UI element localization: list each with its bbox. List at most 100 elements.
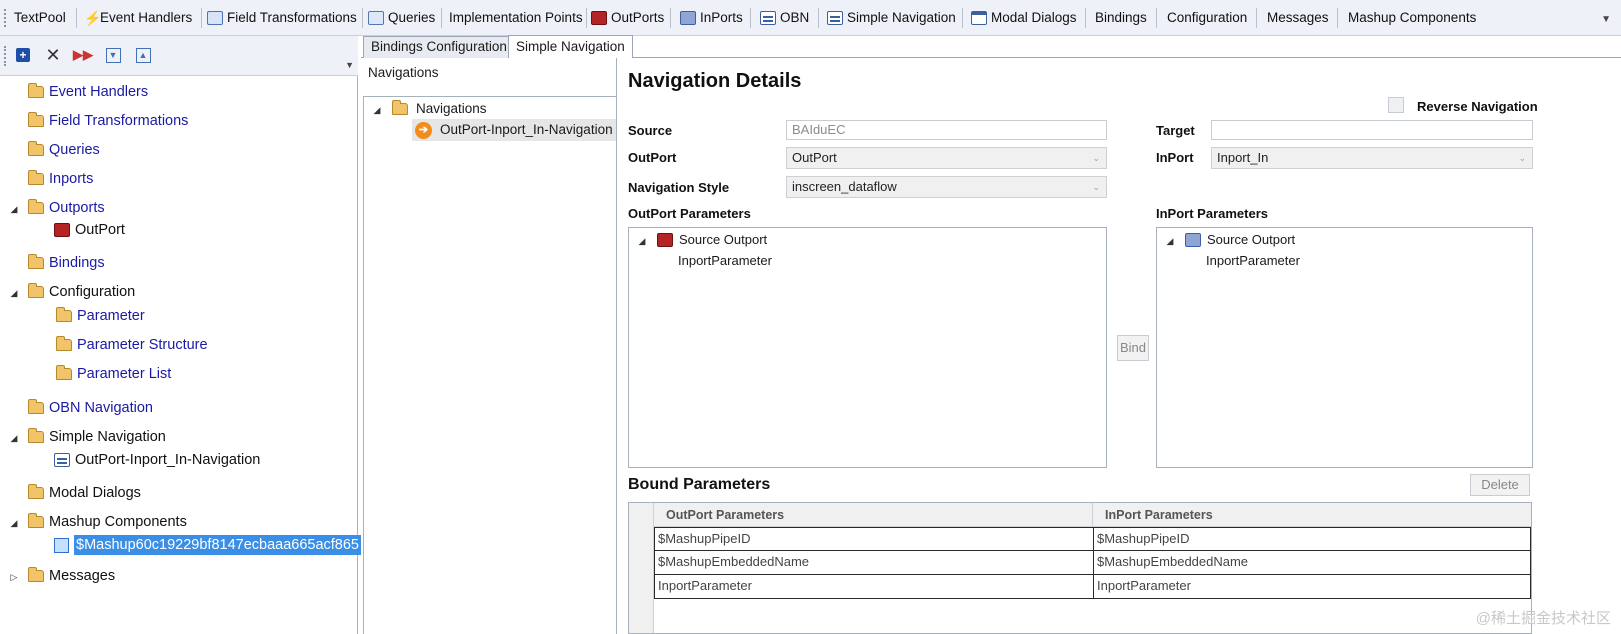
toolbar-queries[interactable]: Queries [368, 6, 435, 30]
tree-item-parameter-structure[interactable]: Parameter Structure [56, 335, 208, 355]
bind-button[interactable]: Bind [1117, 335, 1149, 361]
tree-item-inports[interactable]: Inports [28, 169, 93, 189]
tree-item-label: OutPort-Inport_In-Navigation [75, 452, 261, 468]
tree-item-label: Modal Dialogs [49, 485, 141, 501]
reverse-navigation-checkbox[interactable] [1388, 97, 1404, 113]
panel-menu-icon[interactable]: ▼ [345, 60, 354, 70]
inport-tree-root[interactable]: Source Outport [1185, 232, 1295, 247]
watermark: @稀土掘金技术社区 [1475, 610, 1611, 627]
row-header-column [629, 503, 654, 633]
column-header[interactable]: InPort Parameters [1093, 503, 1531, 527]
tree-toolbar-grip[interactable] [4, 46, 7, 66]
outport-select[interactable]: OutPort ⌄ [786, 147, 1107, 169]
tab-simple-navigation[interactable]: Simple Navigation [508, 35, 633, 58]
toolbar-textpool[interactable]: TextPool [14, 6, 66, 30]
tree-item-simple-navigation[interactable]: Simple Navigation [28, 427, 166, 447]
folder-icon [56, 365, 72, 380]
tree-item-messages[interactable]: Messages [28, 566, 115, 586]
expanded-triangle-icon[interactable]: ◢ [637, 236, 647, 247]
navigation-item[interactable]: ➔ OutPort-Inport_In-Navigation [412, 119, 616, 141]
tree-item-label: Messages [49, 568, 116, 584]
run-button[interactable]: ▶▶ [72, 45, 94, 65]
toolbar-obn[interactable]: OBN [760, 6, 809, 30]
toolbar-separator [586, 8, 587, 28]
inport-tree-child[interactable]: InportParameter [1206, 253, 1300, 268]
chevron-down-icon: ⌄ [1518, 153, 1526, 163]
toolbar-bindings[interactable]: Bindings [1095, 6, 1147, 30]
folder-icon [28, 428, 44, 443]
inport-tree-child-label: InportParameter [1206, 253, 1300, 268]
source-field[interactable]: BAIduEC [786, 120, 1107, 140]
toolbar-event-handlers[interactable]: ⚡ Event Handlers [84, 6, 192, 30]
outport-tree-child[interactable]: InportParameter [678, 253, 772, 268]
simple-nav-icon [54, 453, 70, 467]
toolbar-grip[interactable] [4, 9, 7, 27]
delete-button[interactable]: Delete [1470, 474, 1530, 496]
navigations-panel: Navigations ◢ Navigations ➔ OutPort-Inpo… [361, 58, 617, 634]
tree-item-outport[interactable]: OutPort [54, 220, 125, 240]
toolbar-mashup-components[interactable]: Mashup Components [1348, 6, 1476, 30]
outport-icon [54, 223, 70, 237]
tree-item-configuration[interactable]: Configuration [28, 282, 135, 302]
toolbar-field-transformations[interactable]: Field Transformations [207, 6, 357, 30]
toolbar-outports-label: OutPorts [611, 10, 665, 25]
tree-item-mashup-selected[interactable]: $Mashup60c19229bf8147ecbaaa665acf865 [54, 535, 361, 555]
toolbar-separator [1256, 8, 1257, 28]
expanded-triangle-icon[interactable]: ◢ [372, 105, 382, 116]
expand-all-button[interactable]: ▼ [102, 45, 124, 65]
collapsed-triangle-icon[interactable]: ▷ [9, 572, 19, 583]
tree-item-event-handlers[interactable]: Event Handlers [28, 82, 148, 102]
toolbar-modal-dialogs[interactable]: Modal Dialogs [971, 6, 1077, 30]
table-cell[interactable]: InportParameter [1093, 575, 1531, 599]
tree-item-queries[interactable]: Queries [28, 140, 100, 160]
table-cell[interactable]: $MashupPipeID [1093, 527, 1531, 551]
toolbar-simple-navigation[interactable]: Simple Navigation [827, 6, 956, 30]
outport-tree-root[interactable]: Source Outport [657, 232, 767, 247]
tree-item-mashup-components[interactable]: Mashup Components [28, 512, 187, 532]
table-cell[interactable]: $MashupPipeID [654, 527, 1094, 551]
navigations-root-label: Navigations [416, 101, 487, 116]
expanded-triangle-icon[interactable]: ◢ [1165, 236, 1175, 247]
inport-select[interactable]: Inport_In ⌄ [1211, 147, 1533, 169]
new-button[interactable]: + [12, 45, 34, 65]
tree-item-label: OutPort [75, 222, 125, 238]
tree-item-obn-navigation[interactable]: OBN Navigation [28, 398, 153, 418]
toolbar-inports[interactable]: InPorts [680, 6, 743, 30]
toolbar-configuration-label: Configuration [1167, 10, 1248, 25]
inport-parameters-tree: ◢ Source Outport InportParameter [1156, 227, 1533, 468]
tree-item-outports[interactable]: Outports [28, 198, 105, 218]
toolbar-implementation-points[interactable]: Implementation Points [449, 6, 583, 30]
table-cell[interactable]: $MashupEmbeddedName [1093, 551, 1531, 575]
tree-item-parameter-list[interactable]: Parameter List [56, 364, 171, 384]
tree-item-modal-dialogs[interactable]: Modal Dialogs [28, 483, 141, 503]
delete-button[interactable]: ✕ [42, 45, 64, 65]
tree-item-parameter[interactable]: Parameter [56, 306, 145, 326]
toolbar-modal-dialogs-label: Modal Dialogs [991, 10, 1077, 25]
toolbar-overflow-icon[interactable]: ▼ [1601, 14, 1611, 25]
tree-item-field-transformations[interactable]: Field Transformations [28, 111, 188, 131]
tree-item-bindings[interactable]: Bindings [28, 253, 105, 273]
target-field[interactable] [1211, 120, 1533, 140]
chevron-down-icon: ⌄ [1092, 153, 1100, 163]
tree-item-label: Parameter Structure [77, 337, 208, 353]
tab-bindings-configuration[interactable]: Bindings Configuration [363, 36, 515, 58]
simple-nav-icon [827, 11, 843, 25]
outport-icon [657, 232, 673, 247]
toolbar-inports-label: InPorts [700, 10, 743, 25]
folder-icon [28, 513, 44, 528]
tree-item-navigation-entry[interactable]: OutPort-Inport_In-Navigation [54, 450, 260, 470]
expanded-triangle-icon[interactable]: ◢ [9, 204, 19, 215]
toolbar-configuration[interactable]: Configuration [1167, 6, 1247, 30]
navigation-style-select[interactable]: inscreen_dataflow ⌄ [786, 176, 1107, 198]
table-cell[interactable]: $MashupEmbeddedName [654, 551, 1094, 575]
toolbar-messages[interactable]: Messages [1267, 6, 1329, 30]
collapse-all-button[interactable]: ▲ [132, 45, 154, 65]
column-header[interactable]: OutPort Parameters [654, 503, 1093, 527]
tree-item-label: Mashup Components [49, 514, 187, 530]
toolbar-outports[interactable]: OutPorts [591, 6, 664, 30]
navigations-root[interactable]: Navigations [392, 98, 487, 120]
table-cell[interactable]: InportParameter [654, 575, 1094, 599]
expanded-triangle-icon[interactable]: ◢ [9, 433, 19, 444]
expanded-triangle-icon[interactable]: ◢ [9, 518, 19, 529]
expanded-triangle-icon[interactable]: ◢ [9, 288, 19, 299]
